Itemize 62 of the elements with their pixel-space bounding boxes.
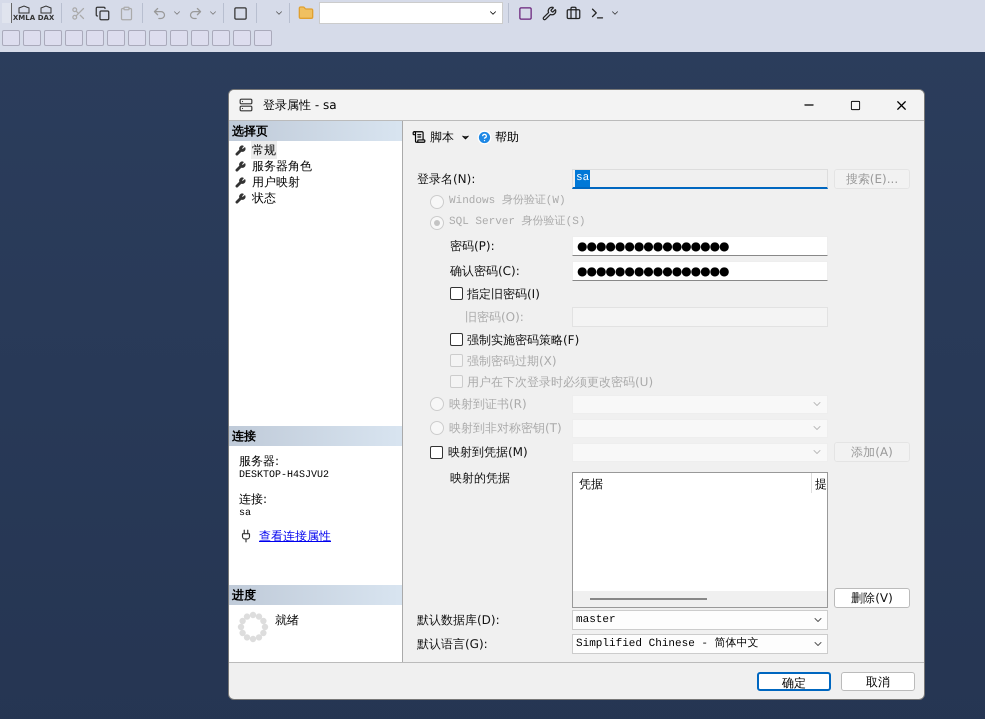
field-label: 密码(P): [450,238,495,252]
checkbox[interactable] [430,446,443,458]
section-header: 连接 [229,426,402,446]
field-label: 强制密码过期(X) [467,352,557,370]
field-label: 确认密码(C): [450,264,520,278]
page-item[interactable]: 常规 [251,141,277,159]
section-header: 选择页 [229,121,402,141]
wrench-icon [235,192,246,204]
column-header[interactable]: 提 [811,473,827,493]
field-label: 默认数据库(D): [417,613,500,627]
section-header: 进度 [229,585,402,605]
field-label: 映射到凭据(M) [448,444,528,461]
checkbox[interactable] [450,287,463,300]
field-label: 用户在下次登录时必须更改密码(U) [467,374,654,390]
field-value: master [576,612,616,628]
checkbox[interactable] [450,333,463,346]
field-label: 映射到证书(R) [449,396,527,413]
wrench-icon [235,160,246,172]
server-label: 服务器: [239,453,280,470]
dropdown-field[interactable]: master [572,610,828,630]
page-item[interactable]: 服务器角色 [251,157,313,175]
field-label: 映射的凭据 [450,471,510,485]
script-button[interactable]: 脚本 [412,128,454,146]
connection-name: sa [239,508,252,519]
field-label: 登录名(N): [417,172,476,186]
field-label: 旧密码(O): [464,310,524,324]
field-label: 强制实施密码策略(F) [467,332,580,348]
dialog-button[interactable]: 取消 [841,672,915,690]
dialog-button[interactable]: 确定 [757,672,831,690]
field-label: 指定旧密码(I) [467,286,540,302]
connection-properties-link[interactable]: 查看连接属性 [259,527,331,545]
field-value: Simplified Chinese - 简体中文 [576,636,759,652]
password-field[interactable]: ●●●●●●●●●●●●●●●● [572,260,828,280]
credentials-list[interactable]: 凭据 提 [572,472,828,608]
password-field[interactable]: ●●●●●●●●●●●●●●●● [572,236,828,256]
field-value: ●●●●●●●●●●●●●●●● [577,262,729,280]
wrench-icon [235,144,246,156]
field-label: Windows 身份验证(W) [449,193,566,210]
field-label: 默认语言(G): [417,637,488,651]
progress-status: 就绪 [275,612,299,629]
side-button[interactable]: 删除(V) [834,588,910,608]
help-icon [477,130,492,144]
help-button[interactable]: 帮助 [477,128,519,146]
spinner-icon [237,611,269,643]
page-item[interactable]: 状态 [251,189,277,207]
scroll-icon [412,130,426,144]
wrench-icon [235,176,246,188]
column-header[interactable]: 凭据 [573,473,811,493]
scrollbar-thumb[interactable] [590,598,707,600]
dropdown-field[interactable] [319,2,503,24]
field-label: 映射到非对称密钥(T) [449,420,562,437]
connection-label: 连接: [239,491,268,508]
window-title: 登录属性 - sa [263,97,337,114]
plug-icon [239,529,253,543]
field-value: sa [575,170,590,187]
field-value: ●●●●●●●●●●●●●●●● [577,238,729,254]
field-label: SQL Server 身份验证(S) [449,214,586,230]
login-name-field[interactable]: sa [572,169,828,189]
server-icon [239,98,253,112]
page-item[interactable]: 用户映射 [251,173,301,191]
server-name: DESKTOP-H4SJVU2 [239,470,330,481]
dropdown-field[interactable]: Simplified Chinese - 简体中文 [572,634,828,654]
